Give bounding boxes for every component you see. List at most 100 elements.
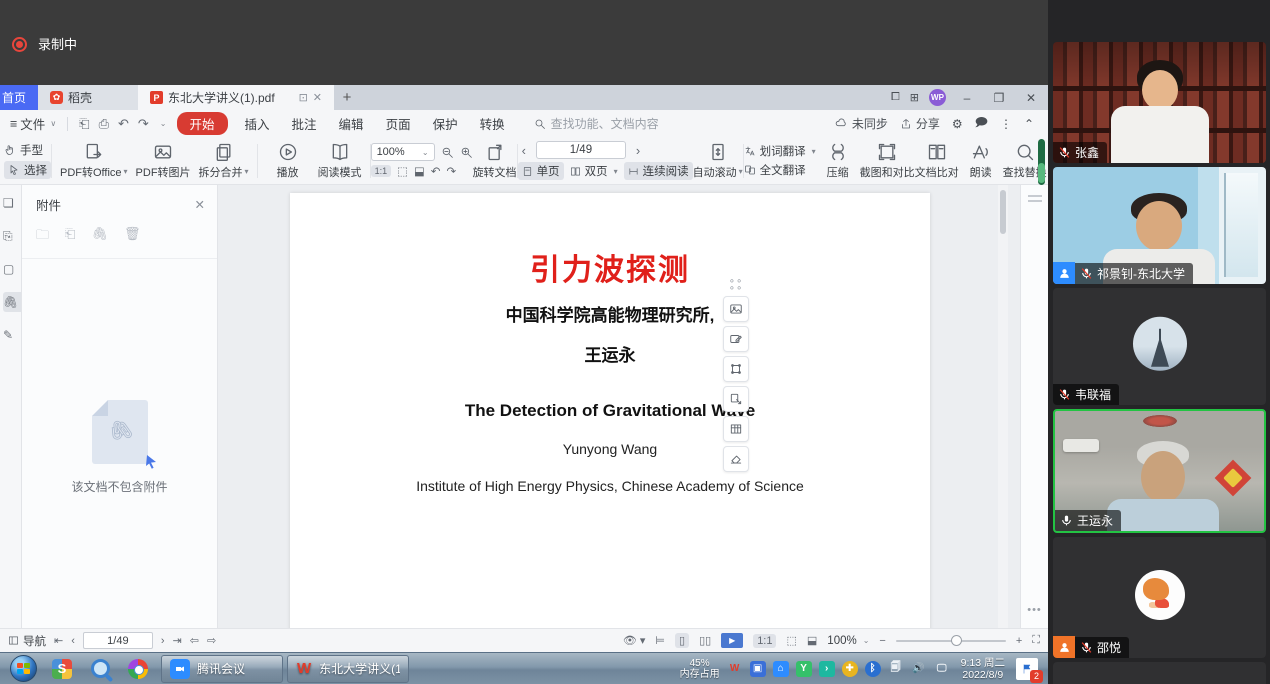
select-tool[interactable]: 选择 <box>4 161 51 179</box>
word-translate-button[interactable]: 划词翻译▾ <box>744 143 816 159</box>
read-mode-button[interactable]: 阅读模式 <box>318 142 362 180</box>
sync-status[interactable]: 未同步 <box>835 115 888 132</box>
account-avatar[interactable]: WP <box>929 89 946 106</box>
rotate-left-icon[interactable]: ↶ <box>431 164 441 178</box>
zoom-slider[interactable] <box>896 640 1006 642</box>
scrollbar-thumb[interactable] <box>1000 190 1006 234</box>
outline-panel-icon[interactable]: ❏ <box>3 193 21 213</box>
undo-icon[interactable]: ↶ <box>118 116 129 132</box>
fit-page-icon[interactable]: ⬚ <box>397 164 408 178</box>
vertical-scrollbar[interactable] <box>998 185 1008 628</box>
tray-y-app-icon[interactable]: Y <box>796 661 812 677</box>
zoom-out-icon[interactable] <box>441 146 454 159</box>
rotate-right-icon[interactable]: ↷ <box>446 164 456 178</box>
zoom-level-select[interactable]: 100%⌄ <box>827 635 869 647</box>
open-attachment-icon[interactable]: 🗀 <box>36 226 49 248</box>
actual-size-status-icon[interactable]: 1:1 <box>753 634 776 648</box>
print-icon[interactable]: ⎙ <box>99 116 109 132</box>
read-aloud-button[interactable]: 朗读 <box>959 142 1003 180</box>
new-tab-button[interactable]: + <box>334 85 360 110</box>
fit-page-status-icon[interactable]: ⬚ <box>786 634 796 647</box>
menu-insert-tab[interactable]: 插入 <box>234 114 281 133</box>
participant-tile-zhangxin[interactable]: 张鑫 <box>1053 42 1266 163</box>
single-page-button[interactable]: 单页 <box>518 162 564 180</box>
tab-close-icon[interactable]: ✕ <box>313 91 322 104</box>
fit-width-icon[interactable]: ⬓ <box>414 164 425 178</box>
quicklaunch-search[interactable] <box>81 655 119 683</box>
double-page-status-icon[interactable]: ▯▯ <box>699 634 711 647</box>
tray-shield-icon[interactable]: ✚ <box>842 661 858 677</box>
settings-gear-icon[interactable]: ⚙ <box>952 117 963 131</box>
menu-annotate-tab[interactable]: 批注 <box>281 114 328 133</box>
file-menu[interactable]: ≡ 文件 ∨ <box>6 114 60 133</box>
drag-handle-icon[interactable]: ∘∘∘∘ <box>729 278 744 292</box>
doc-compare-button[interactable]: 文档比对 <box>915 142 959 180</box>
page-indicator-input[interactable]: 1/49 <box>536 141 626 159</box>
continuous-read-button[interactable]: 连续阅读 <box>624 162 693 180</box>
tab-home[interactable]: 首页 <box>0 85 38 110</box>
menu-page-tab[interactable]: 页面 <box>375 114 422 133</box>
quicklaunch-browser[interactable] <box>119 655 157 683</box>
last-page-icon[interactable]: ⇥ <box>173 634 182 647</box>
screenshot-compare-button[interactable]: 截图和对比 <box>860 142 915 180</box>
single-page-status-icon[interactable]: ▯ <box>675 633 689 648</box>
participant-tile-wangyunyong[interactable]: 王运永 <box>1053 409 1266 533</box>
start-button[interactable] <box>10 655 37 682</box>
participant-tile-weilianfu[interactable]: 韦联福 <box>1053 288 1266 405</box>
comment-icon[interactable]: 🗩 <box>975 113 988 134</box>
close-button[interactable]: ✕ <box>1020 91 1042 105</box>
zoom-in-icon[interactable] <box>460 146 473 159</box>
hand-tool[interactable]: 手型 <box>4 142 51 158</box>
tray-bluetooth-icon[interactable]: ᛒ <box>865 661 881 677</box>
next-page-icon[interactable]: › <box>632 143 644 158</box>
tray-clock[interactable]: 9:13 周二 2022/8/9 <box>957 657 1009 681</box>
menu-protect-tab[interactable]: 保护 <box>422 114 469 133</box>
grid-apps-icon[interactable]: ⊞ <box>910 91 919 104</box>
thumbnail-panel-icon[interactable]: ▢ <box>3 259 21 279</box>
play-button[interactable]: 播放 <box>266 142 310 180</box>
pdf-page[interactable]: 引力波探测 中国科学院高能物理研究所, 王运永 The Detection of… <box>290 193 930 684</box>
tray-volume-icon[interactable]: 🔊 <box>911 661 927 677</box>
insert-image-button[interactable] <box>723 296 749 322</box>
panel-more-icon[interactable]: ••• <box>1021 604 1048 616</box>
image-translate-button[interactable] <box>723 386 749 412</box>
document-canvas[interactable]: 引力波探测 中国科学院高能物理研究所, 王运永 The Detection of… <box>218 185 1048 628</box>
tray-arrow-app-icon[interactable]: › <box>819 661 835 677</box>
tray-network-icon[interactable]: 🖵 <box>934 661 950 677</box>
zoom-slider-knob[interactable] <box>951 635 962 646</box>
tray-meeting-icon[interactable]: ⌂ <box>773 661 789 677</box>
taskbar-app-wps[interactable]: W 东北大学讲义(1).... <box>287 655 409 683</box>
attachments-close-icon[interactable]: ✕ <box>195 197 205 212</box>
restore-button[interactable]: ❐ <box>988 91 1010 105</box>
tray-wps-icon[interactable]: W <box>727 661 743 677</box>
continuous-status-icon[interactable]: ⊨ <box>655 634 665 647</box>
prev-page-icon[interactable]: ‹ <box>518 143 530 158</box>
collapse-ribbon-icon[interactable]: ⌃ <box>1024 117 1034 131</box>
attachment-panel-icon[interactable]: 🖇 <box>3 292 21 312</box>
participant-tile-partial[interactable] <box>1053 662 1266 684</box>
panel-grab-handle[interactable] <box>1028 195 1042 197</box>
tray-clipboard-icon[interactable]: 🗐 <box>888 661 904 677</box>
share-button[interactable]: 分享 <box>900 115 940 132</box>
zoom-plus-icon[interactable]: + <box>1016 635 1022 647</box>
save-icon[interactable]: ⎗ <box>79 116 89 132</box>
add-attachment-icon[interactable]: 🖇 <box>91 226 108 248</box>
tab-docer[interactable]: ✿ 稻壳 <box>38 85 138 110</box>
edit-image-button[interactable] <box>723 326 749 352</box>
menu-edit-tab[interactable]: 编辑 <box>328 114 375 133</box>
taskbar-app-meeting[interactable]: 腾讯会议 <box>161 655 283 683</box>
eye-protect-icon[interactable]: 👁 ▾ <box>623 634 646 647</box>
delete-attachment-icon[interactable]: 🗑 <box>124 226 141 248</box>
tab-document[interactable]: P 东北大学讲义(1).pdf ⊡ ✕ <box>138 85 334 110</box>
history-back-icon[interactable]: ⇦ <box>190 634 199 647</box>
rotate-doc-button[interactable]: 旋转文档 <box>473 142 517 180</box>
auto-scroll-button[interactable]: 自动滚动▾ <box>693 142 743 180</box>
next-page-status-icon[interactable]: › <box>161 635 165 647</box>
redo-icon[interactable]: ↷ <box>138 116 149 132</box>
save-attachment-icon[interactable]: ⎗ <box>65 226 75 248</box>
tab-pin-icon[interactable]: ⊡ <box>299 91 308 104</box>
full-translate-button[interactable]: 全文翻译 <box>744 162 816 178</box>
fit-width-status-icon[interactable]: ⬓ <box>807 634 817 647</box>
minimize-button[interactable]: – <box>956 91 978 105</box>
search-functions[interactable]: 查找功能、文档内容 <box>534 115 659 132</box>
